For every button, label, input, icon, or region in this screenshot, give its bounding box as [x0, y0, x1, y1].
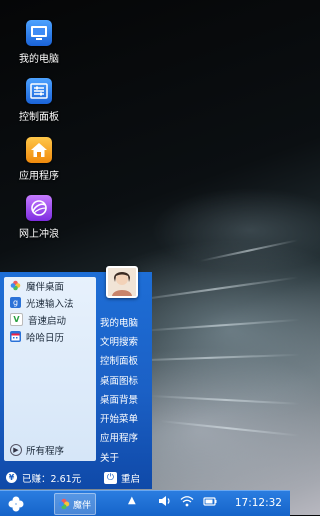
desktop-icon-label: 应用程序: [19, 171, 59, 182]
control-panel-icon: [26, 78, 52, 104]
program-item-moban[interactable]: 魔伴桌面: [4, 277, 96, 294]
start-menu-links: 我的电脑 文明搜索 控制面板 桌面图标 桌面背景 开始菜单 应用程序 关于: [100, 312, 152, 466]
battery-icon[interactable]: [203, 495, 217, 510]
link-desktop-icons[interactable]: 桌面图标: [100, 370, 152, 389]
wifi-icon[interactable]: [180, 495, 194, 510]
all-programs-button[interactable]: ▶ 所有程序: [10, 443, 64, 457]
link-control-panel[interactable]: 控制面板: [100, 351, 152, 370]
browser-icon: [26, 195, 52, 221]
flower-icon: [10, 280, 21, 291]
computer-icon: [26, 20, 52, 46]
volume-icon[interactable]: [158, 495, 172, 510]
link-applications[interactable]: 应用程序: [100, 428, 152, 447]
program-list: 魔伴桌面 g 光速输入法 V 音速启动 哈哈日历 ▶ 所有程序: [4, 277, 96, 461]
desktop-icon-applications[interactable]: 应用程序: [8, 137, 70, 182]
desktop-icon-label: 控制面板: [19, 112, 59, 123]
program-label: 魔伴桌面: [26, 281, 65, 293]
desktop-icon-browser[interactable]: 网上冲浪: [8, 195, 70, 240]
keyboard-g-icon: g: [10, 297, 21, 308]
tray-up-arrow-icon[interactable]: ▲: [128, 495, 136, 506]
program-item-input-method[interactable]: g 光速输入法: [4, 294, 96, 311]
taskbar-app-moban[interactable]: 魔伴: [54, 493, 96, 515]
flower-icon: [58, 498, 70, 510]
earned-text: 已赚：2.61元: [22, 473, 82, 485]
all-programs-label: 所有程序: [26, 446, 65, 457]
program-label: 哈哈日历: [26, 332, 65, 344]
v-icon: V: [10, 313, 23, 326]
restart-button[interactable]: ⏻ 重启: [103, 471, 140, 485]
link-search[interactable]: 文明搜索: [100, 331, 152, 350]
arrow-right-icon: ▶: [10, 444, 22, 456]
power-icon: ⏻: [103, 471, 117, 484]
link-start-menu[interactable]: 开始菜单: [100, 408, 152, 427]
desktop-icon-label: 网上冲浪: [19, 229, 59, 240]
link-desktop-background[interactable]: 桌面背景: [100, 389, 152, 408]
start-menu: 魔伴桌面 g 光速输入法 V 音速启动 哈哈日历 ▶ 所有程序 我的电脑 文明搜…: [0, 266, 152, 489]
coin-icon: ¥: [6, 472, 17, 483]
avatar[interactable]: [106, 266, 138, 298]
restart-label: 重启: [120, 473, 140, 485]
taskbar-app-label: 魔伴: [73, 500, 92, 511]
link-about[interactable]: 关于: [100, 447, 152, 466]
desktop-icon-my-computer[interactable]: 我的电脑: [8, 20, 70, 65]
start-menu-footer: ¥ 已赚：2.61元 ⏻ 重启: [0, 466, 152, 489]
desktop-icon-control-panel[interactable]: 控制面板: [8, 78, 70, 123]
program-label: 光速输入法: [26, 298, 74, 310]
taskbar: 魔伴 ▲ 17:12:32: [0, 490, 290, 516]
program-item-calendar[interactable]: 哈哈日历: [4, 328, 96, 345]
program-label: 音速启动: [28, 315, 67, 327]
clover-icon: [8, 496, 24, 512]
clock[interactable]: 17:12:32: [235, 497, 282, 509]
link-my-computer[interactable]: 我的电脑: [100, 312, 152, 331]
program-item-launcher[interactable]: V 音速启动: [4, 311, 96, 328]
calendar-icon: [10, 331, 21, 342]
desktop-icon-label: 我的电脑: [19, 54, 59, 65]
start-button[interactable]: [6, 494, 26, 514]
home-icon: [26, 137, 52, 163]
